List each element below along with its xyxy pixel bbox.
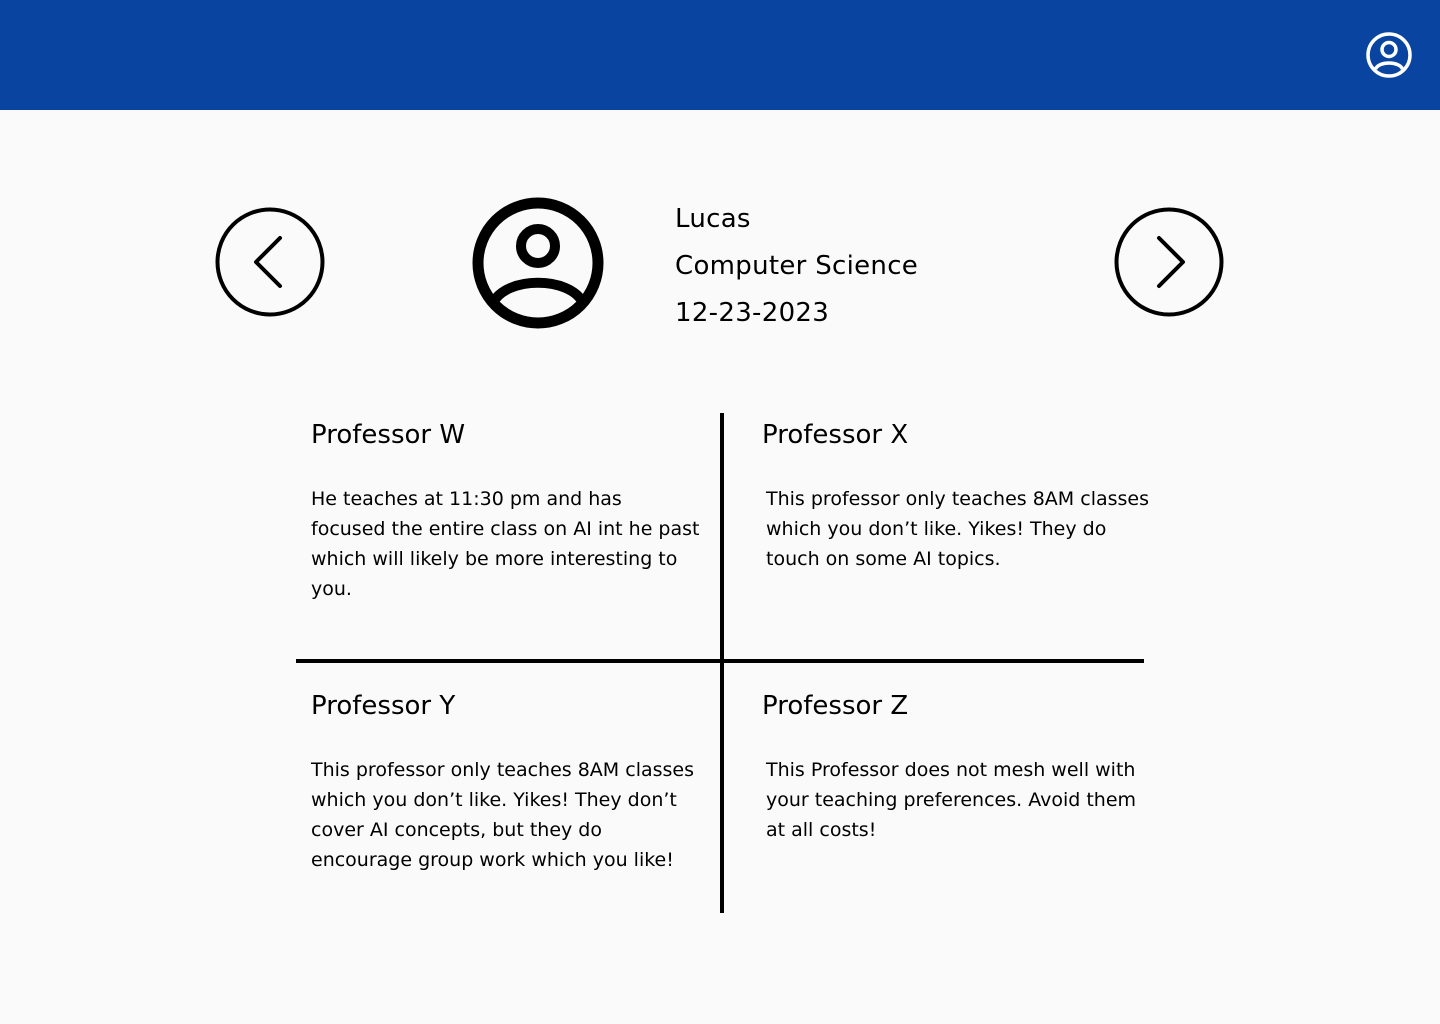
chevron-left-circle-icon xyxy=(215,207,325,317)
user-circle-icon xyxy=(472,197,604,329)
next-button[interactable] xyxy=(1113,206,1225,318)
profile-name: Lucas xyxy=(675,204,751,234)
account-button[interactable] xyxy=(1364,30,1414,80)
professor-description: This professor only teaches 8AM classes … xyxy=(311,759,694,871)
professor-description: This professor only teaches 8AM classes … xyxy=(766,488,1149,570)
professor-card-x[interactable]: Professor X This professor only teaches … xyxy=(762,413,1162,574)
professor-description: He teaches at 11:30 pm and has focused t… xyxy=(311,488,700,600)
profile-major: Computer Science xyxy=(675,251,919,281)
professor-card-w[interactable]: Professor W He teaches at 11:30 pm and h… xyxy=(311,413,711,604)
professor-name: Professor W xyxy=(311,420,466,450)
chevron-right-circle-icon xyxy=(1114,207,1224,317)
professor-description: This Professor does not mesh well with y… xyxy=(766,759,1137,841)
user-circle-icon xyxy=(1366,32,1412,78)
profile-avatar xyxy=(471,196,605,330)
professor-card-y[interactable]: Professor Y This professor only teaches … xyxy=(311,684,711,875)
professor-name: Professor Y xyxy=(311,691,456,721)
professor-name: Professor Z xyxy=(762,691,909,721)
grid-horizontal-divider xyxy=(296,659,1144,663)
profile-info: Lucas Computer Science 12-23-2023 xyxy=(675,196,1055,337)
profile-date: 12-23-2023 xyxy=(675,298,830,328)
grid-vertical-divider xyxy=(720,413,724,913)
previous-button[interactable] xyxy=(214,206,326,318)
professor-name: Professor X xyxy=(762,420,909,450)
top-header-bar xyxy=(0,0,1440,110)
professor-card-z[interactable]: Professor Z This Professor does not mesh… xyxy=(762,684,1162,845)
